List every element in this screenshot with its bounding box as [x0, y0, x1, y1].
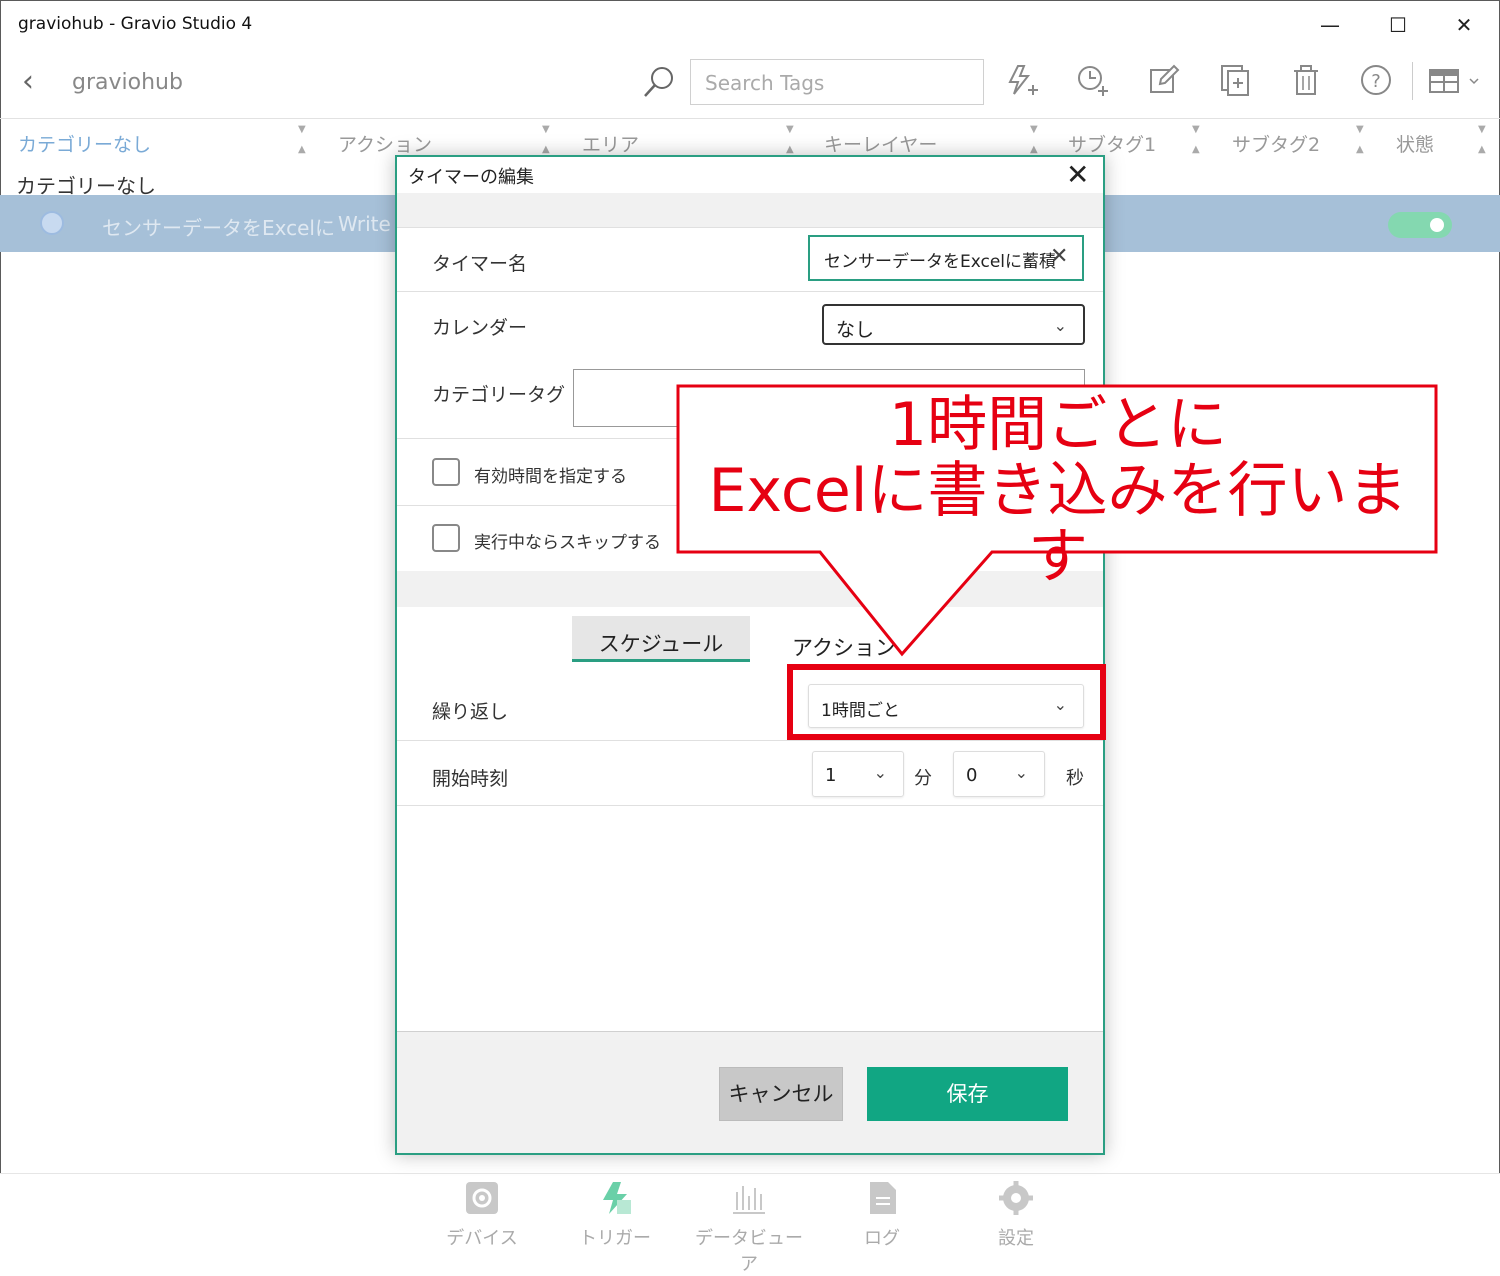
- nav-label: 設定: [998, 1228, 1034, 1249]
- column-header-category[interactable]: カテゴリーなし: [18, 130, 151, 157]
- highlight-box: [787, 664, 1106, 740]
- timer-name-label: タイマー名: [432, 253, 528, 275]
- chevron-down-icon: ⌄: [873, 763, 887, 782]
- column-header-subtag1[interactable]: サブタグ1: [1068, 130, 1156, 157]
- category-tag-label: カテゴリータグ: [432, 384, 566, 406]
- close-window-button[interactable]: ✕: [1444, 10, 1484, 40]
- start-minute-value: 1: [825, 765, 837, 786]
- nav-devices[interactable]: デバイス: [422, 1180, 542, 1250]
- sort-arrow-icon[interactable]: ▼ ▲: [298, 120, 306, 160]
- log-icon: [870, 1182, 896, 1214]
- tab-schedule[interactable]: スケジュール: [572, 616, 750, 662]
- nav-triggers[interactable]: トリガー: [555, 1180, 675, 1250]
- start-second-dropdown[interactable]: 0 ⌄: [953, 751, 1045, 797]
- back-button[interactable]: ‹: [22, 64, 34, 99]
- clear-icon[interactable]: ✕: [1050, 244, 1068, 269]
- calendar-dropdown[interactable]: なし ⌄: [822, 304, 1085, 345]
- column-header-area[interactable]: エリア: [582, 130, 639, 157]
- start-second-value: 0: [966, 765, 978, 786]
- column-header-status[interactable]: 状態: [1396, 130, 1434, 157]
- dialog-close-button[interactable]: ✕: [1066, 158, 1089, 191]
- callout-line-1: 1時間ごとに: [888, 390, 1228, 460]
- add-timer-icon[interactable]: [1074, 62, 1110, 98]
- nav-label: デバイス: [446, 1228, 518, 1249]
- calendar-label: カレンダー: [432, 317, 528, 339]
- repeat-label: 繰り返し: [432, 701, 509, 723]
- duplicate-icon[interactable]: [1218, 62, 1254, 98]
- delete-icon[interactable]: [1288, 62, 1324, 98]
- divider: [397, 227, 1103, 228]
- row-action: Write: [338, 212, 391, 236]
- toolbar-separator: [1412, 62, 1413, 100]
- minimize-button[interactable]: —: [1310, 10, 1350, 40]
- nav-log[interactable]: ログ: [822, 1180, 942, 1250]
- divider: [397, 291, 1103, 292]
- column-header-action[interactable]: アクション: [338, 130, 432, 157]
- nav-label: データビューア: [695, 1228, 803, 1275]
- calendar-value: なし: [836, 319, 875, 341]
- skip-checkbox[interactable]: [432, 524, 460, 552]
- cancel-button[interactable]: キャンセル: [719, 1067, 843, 1121]
- sort-arrow-icon[interactable]: ▼ ▲: [542, 120, 550, 160]
- row-name: センサーデータをExcelに: [102, 216, 335, 240]
- callout-line-2: Excelに書き込みを行います: [708, 456, 1408, 592]
- svg-text:?: ?: [1371, 71, 1381, 92]
- sort-arrow-icon[interactable]: ▼ ▲: [1030, 120, 1038, 160]
- nav-label: ログ: [864, 1228, 900, 1249]
- column-header-key-layer[interactable]: キーレイヤー: [824, 130, 937, 157]
- second-unit: 秒: [1066, 768, 1084, 789]
- nav-data-viewer[interactable]: データビューア: [689, 1180, 809, 1276]
- sort-arrow-icon[interactable]: ▼ ▲: [786, 120, 794, 160]
- validity-label: 有効時間を指定する: [474, 467, 627, 487]
- start-minute-dropdown[interactable]: 1 ⌄: [812, 751, 904, 797]
- divider: [397, 1031, 1103, 1032]
- minute-unit: 分: [914, 768, 932, 789]
- divider: [397, 740, 1103, 741]
- search-tags-input[interactable]: Search Tags: [690, 59, 984, 105]
- nav-settings[interactable]: 設定: [956, 1180, 1076, 1250]
- search-icon[interactable]: [640, 62, 680, 106]
- settings-icon: [999, 1181, 1033, 1215]
- timer-icon: [40, 211, 64, 235]
- chevron-down-icon: ⌄: [1014, 763, 1028, 782]
- sort-arrow-icon[interactable]: ▼ ▲: [1478, 120, 1486, 160]
- dialog-band: [397, 193, 1103, 227]
- toggle-knob: [1430, 218, 1444, 232]
- hub-name: graviohub: [72, 70, 183, 95]
- help-icon[interactable]: ?: [1358, 62, 1394, 98]
- add-trigger-icon[interactable]: [1004, 62, 1040, 98]
- maximize-button[interactable]: ☐: [1378, 10, 1418, 40]
- chevron-down-icon: ⌄: [1053, 316, 1067, 335]
- view-layout-icon[interactable]: [1428, 62, 1486, 98]
- divider: [397, 805, 1103, 806]
- save-button[interactable]: 保存: [867, 1067, 1068, 1121]
- trigger-icon: [603, 1182, 631, 1214]
- gear-icon: [466, 1182, 498, 1214]
- tab-action[interactable]: アクション: [792, 632, 896, 662]
- callout-text: 1時間ごとに Excelに書き込みを行います: [680, 392, 1436, 590]
- dialog-title: タイマーの編集: [408, 167, 534, 188]
- window-title: graviohub - Gravio Studio 4: [18, 14, 253, 34]
- timer-name-input[interactable]: センサーデータをExcelに蓄積: [808, 235, 1084, 281]
- validity-checkbox[interactable]: [432, 458, 460, 486]
- edit-icon[interactable]: [1146, 62, 1182, 98]
- sort-arrow-icon[interactable]: ▼ ▲: [1192, 120, 1200, 160]
- skip-label: 実行中ならスキップする: [474, 533, 661, 553]
- sort-arrow-icon[interactable]: ▼ ▲: [1356, 120, 1364, 160]
- start-time-label: 開始時刻: [432, 768, 509, 790]
- column-header-subtag2[interactable]: サブタグ2: [1232, 130, 1320, 157]
- chart-icon: [733, 1186, 765, 1214]
- nav-label: トリガー: [579, 1228, 651, 1249]
